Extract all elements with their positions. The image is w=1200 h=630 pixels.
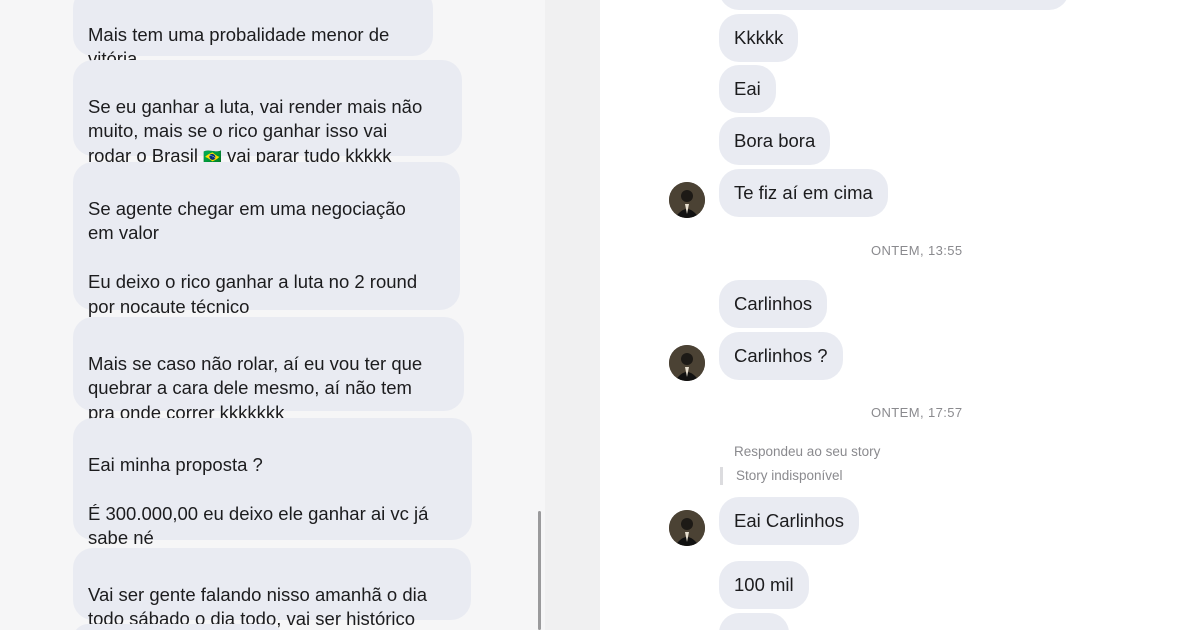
message-bubble-partial[interactable] — [73, 624, 283, 630]
message-bubble[interactable]: Eai minha proposta ? É 300.000,00 eu dei… — [73, 418, 472, 548]
message-bubble-partial[interactable] — [719, 0, 1069, 10]
message-bubble[interactable]: Mais tem uma probalidade menor de vitóri… — [73, 0, 433, 94]
avatar[interactable] — [669, 182, 705, 218]
message-bubble[interactable]: Vai ser gente falando nisso amanhã o dia… — [73, 548, 471, 629]
message-bubble[interactable]: 100 mil — [719, 561, 809, 609]
message-text: Eai minha proposta ? É 300.000,00 eu dei… — [88, 453, 429, 549]
message-bubble[interactable]: Se eu ganhar a luta, vai render mais não… — [73, 60, 462, 166]
message-bubble[interactable]: Eai Carlinhos — [719, 497, 860, 545]
message-bubble[interactable]: Bora bora — [719, 117, 831, 165]
message-text: Se agente chegar em uma negociação em va… — [88, 197, 418, 317]
scrollbar[interactable] — [538, 511, 541, 630]
left-conversation-panel: Mais tem uma probalidade menor de vitóri… — [0, 0, 545, 630]
timestamp: ONTEM, 17:57 — [871, 405, 963, 420]
message-bubble[interactable]: Se agente chegar em uma negociação em va… — [73, 162, 460, 317]
story-quote[interactable]: Story indisponível — [720, 467, 843, 485]
timestamp: ONTEM, 13:55 — [871, 243, 963, 258]
story-reply-label: Respondeu ao seu story — [734, 444, 881, 459]
avatar[interactable] — [669, 345, 705, 381]
message-bubble[interactable]: Te fiz aí em cima — [719, 169, 888, 217]
message-bubble[interactable]: Carlinhos ? — [719, 332, 843, 380]
message-bubble[interactable]: Mais se caso não rolar, aí eu vou ter qu… — [73, 317, 464, 423]
right-conversation-panel: Kkkkk Eai Bora bora Te fiz aí em cima ON… — [600, 0, 1200, 630]
message-bubble[interactable]: Carlinhos — [719, 280, 828, 328]
avatar[interactable] — [669, 510, 705, 546]
message-text: Vai ser gente falando nisso amanhã o dia… — [88, 583, 428, 630]
panel-divider — [545, 0, 600, 630]
message-bubble-partial[interactable] — [719, 613, 789, 630]
message-text: Mais se caso não rolar, aí eu vou ter qu… — [88, 352, 423, 423]
message-bubble[interactable]: Kkkkk — [719, 14, 799, 62]
message-bubble[interactable]: Eai — [719, 65, 776, 113]
